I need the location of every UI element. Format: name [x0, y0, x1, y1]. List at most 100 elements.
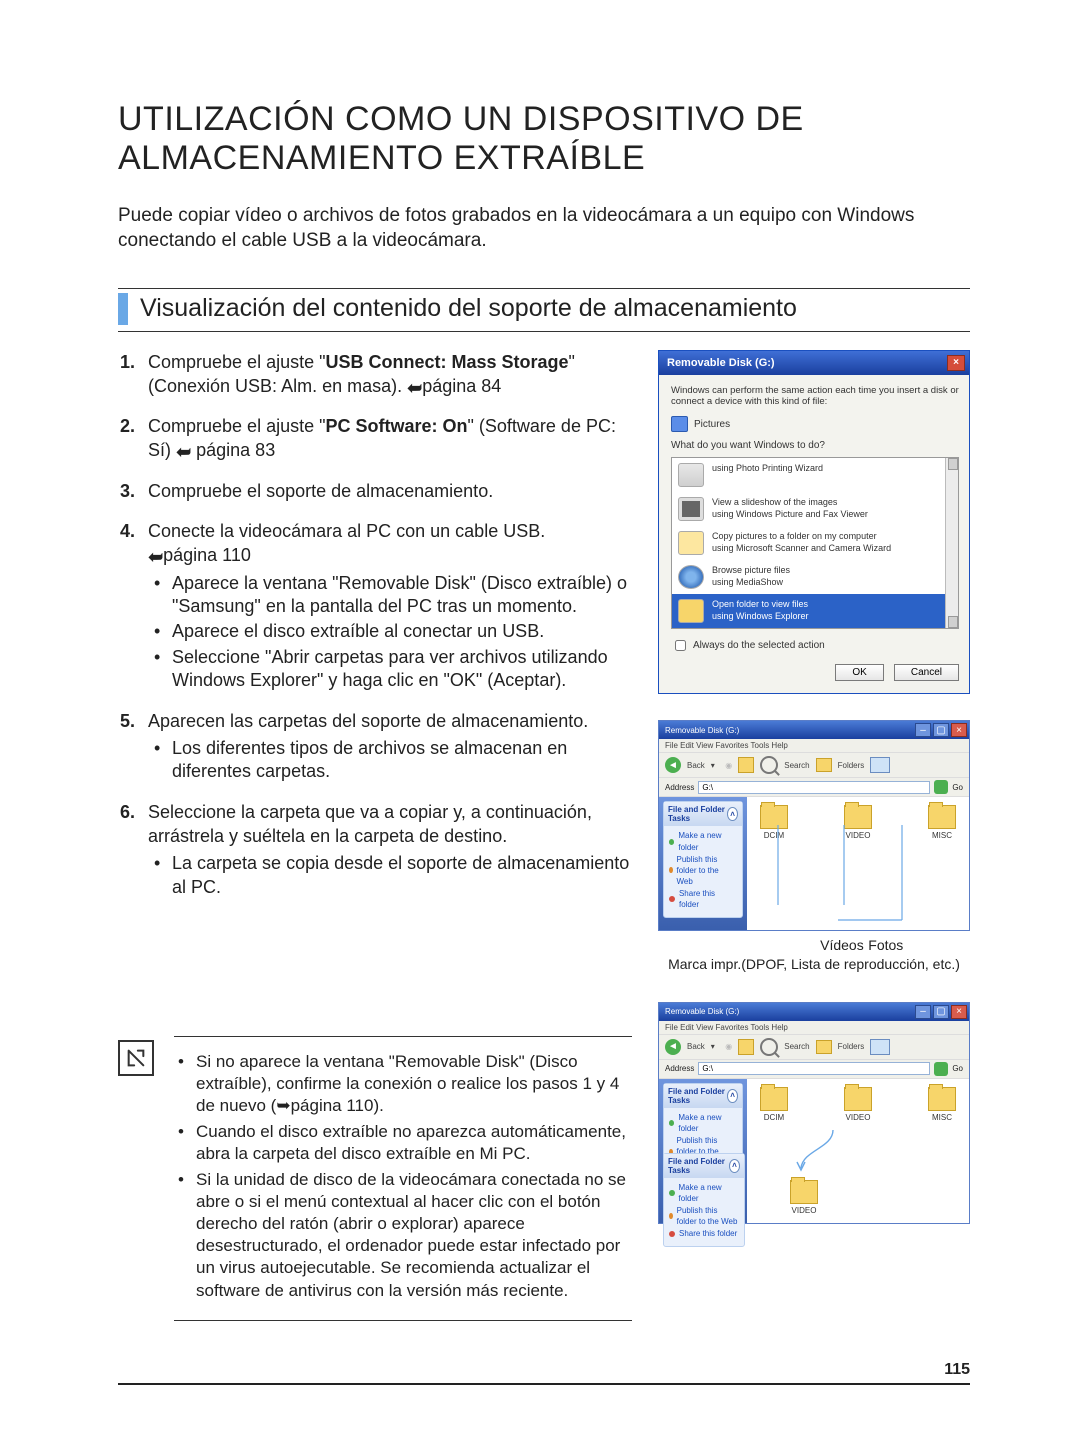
side-link[interactable]: Publish this folder to the Web [669, 1205, 739, 1227]
note-1: Si no aparece la ventana "Removable Disk… [196, 1051, 632, 1117]
intro-paragraph: Puede copiar vídeo o archivos de fotos g… [118, 204, 970, 253]
step-5-sub-1: Los diferentes tipos de archivos se alma… [172, 737, 632, 784]
address-input[interactable] [698, 781, 930, 794]
explorer-menu[interactable]: File Edit View Favorites Tools Help [659, 739, 969, 753]
explorer-toolbar: ◄ Back ▾ ◉ Search Folders [659, 753, 969, 778]
always-checkbox-input[interactable] [675, 640, 686, 651]
close-icon[interactable]: × [951, 1005, 967, 1019]
back-icon[interactable]: ◄ [665, 757, 681, 773]
dialog-question: What do you want Windows to do? [671, 440, 959, 451]
minimize-icon[interactable]: – [915, 1005, 931, 1019]
up-icon[interactable] [738, 1039, 754, 1055]
caption-fotos: Fotos [868, 937, 903, 953]
explorer-menu[interactable]: File Edit View Favorites Tools Help [659, 1021, 969, 1035]
step-3: Compruebe el soporte de almacenamiento. [148, 479, 632, 503]
side-link[interactable]: Share this folder [669, 888, 737, 910]
slideshow-icon [678, 497, 704, 521]
address-input[interactable] [698, 1062, 930, 1075]
side-link[interactable]: Make a new folder [669, 1112, 737, 1134]
always-checkbox[interactable]: Always do the selected action [671, 637, 959, 654]
explorer-window-drag: Removable Disk (G:) – ▢ × File Edit View… [658, 1002, 970, 1224]
chevron-up-icon[interactable]: ˄ [729, 1159, 740, 1173]
back-icon[interactable]: ◄ [665, 1039, 681, 1055]
folder-icon [844, 805, 872, 829]
address-label: Address [665, 1064, 694, 1073]
side-link[interactable]: Make a new folder [669, 1182, 739, 1204]
cancel-button[interactable]: Cancel [894, 664, 959, 681]
page-number: 115 [118, 1361, 970, 1385]
folder-icon [790, 1180, 818, 1204]
search-icon[interactable] [760, 756, 778, 774]
folder-video[interactable]: VIDEO [835, 805, 881, 840]
explorer-toolbar: ◄ Back ▾ ◉ Search Folders [659, 1035, 969, 1060]
option-photo-wizard[interactable]: using Photo Printing Wizard [672, 458, 946, 492]
folder-misc[interactable]: MISC [919, 1087, 965, 1122]
folder-dcim[interactable]: DCIM [751, 1087, 797, 1122]
option-slideshow[interactable]: View a slideshow of the imagesusing Wind… [672, 492, 946, 526]
side-link[interactable]: Share this folder [669, 1228, 739, 1239]
note-icon [118, 1040, 154, 1076]
folders-icon[interactable] [816, 758, 832, 772]
maximize-icon[interactable]: ▢ [933, 723, 949, 737]
folder-icon [760, 805, 788, 829]
notes-block: Si no aparece la ventana "Removable Disk… [174, 1036, 632, 1321]
step-4-sub-2: Aparece el disco extraíble al conectar u… [172, 620, 632, 643]
drag-arrow-icon [751, 1128, 881, 1174]
section-bar-icon [118, 293, 128, 325]
folder-dcim[interactable]: DCIM [751, 805, 797, 840]
views-icon[interactable] [870, 757, 890, 773]
steps-column: Compruebe el ajuste "USB Connect: Mass S… [118, 350, 632, 915]
option-copy-pictures[interactable]: Copy pictures to a folder on my computer… [672, 526, 946, 560]
up-icon[interactable] [738, 757, 754, 773]
dialog-scrollbar[interactable] [945, 458, 958, 628]
side-link[interactable]: Publish this folder to the Web [669, 854, 737, 888]
step-6: Seleccione la carpeta que va a copiar y,… [148, 800, 632, 899]
explorer-window-root: Removable Disk (G:) – ▢ × File Edit View… [658, 720, 970, 930]
step-4-sub-1: Aparece la ventana "Removable Disk" (Dis… [172, 572, 632, 619]
folder-icon [678, 599, 704, 623]
note-2: Cuando el disco extraíble no aparezca au… [196, 1121, 632, 1165]
step-2: Compruebe el ajuste "PC Software: On" (S… [148, 414, 632, 463]
dialog-options-list[interactable]: using Photo Printing Wizard View a slide… [671, 457, 959, 629]
folder-video-copy[interactable]: VIDEO [781, 1180, 827, 1215]
chevron-up-icon[interactable]: ˄ [727, 807, 738, 821]
folder-icon [928, 805, 956, 829]
step-6-sub-1: La carpeta se copia desde el soporte de … [172, 852, 632, 899]
caption-misc: Marca impr.(DPOF, Lista de reproducción,… [658, 956, 970, 972]
folders-icon[interactable] [816, 1040, 832, 1054]
mediashow-icon [678, 565, 704, 589]
close-icon[interactable]: × [951, 723, 967, 737]
go-icon[interactable] [934, 1062, 948, 1076]
folder-video[interactable]: VIDEO [835, 1087, 881, 1122]
folder-misc[interactable]: MISC [919, 805, 965, 840]
explorer-title: Removable Disk (G:) [665, 726, 739, 735]
step-4: Conecte la videocámara al PC con un cabl… [148, 519, 632, 693]
search-icon[interactable] [760, 1038, 778, 1056]
folder-icon [844, 1087, 872, 1111]
step-1: Compruebe el ajuste "USB Connect: Mass S… [148, 350, 632, 399]
views-icon[interactable] [870, 1039, 890, 1055]
maximize-icon[interactable]: ▢ [933, 1005, 949, 1019]
explorer-title: Removable Disk (G:) [665, 1007, 739, 1016]
folder-icon [760, 1087, 788, 1111]
autoplay-dialog: Removable Disk (G:) × Windows can perfor… [658, 350, 970, 695]
folder-icon [928, 1087, 956, 1111]
copy-icon [678, 531, 704, 555]
printer-icon [678, 463, 704, 487]
ok-button[interactable]: OK [835, 664, 883, 681]
option-mediashow[interactable]: Browse picture filesusing MediaShow [672, 560, 946, 594]
chevron-up-icon[interactable]: ˄ [727, 1089, 738, 1103]
pictures-icon [671, 416, 688, 432]
section-title: Visualización del contenido del soporte … [140, 294, 797, 323]
side-link[interactable]: Make a new folder [669, 830, 737, 852]
address-label: Address [665, 783, 694, 792]
close-icon[interactable]: × [947, 355, 965, 371]
minimize-icon[interactable]: – [915, 723, 931, 737]
page-title: UTILIZACIÓN COMO UN DISPOSITIVO DE ALMAC… [118, 100, 970, 178]
step-4-sub-3: Seleccione "Abrir carpetas para ver arch… [172, 646, 632, 693]
option-open-folder[interactable]: Open folder to view filesusing Windows E… [672, 594, 946, 628]
step-5: Aparecen las carpetas del soporte de alm… [148, 709, 632, 784]
go-icon[interactable] [934, 780, 948, 794]
note-3: Si la unidad de disco de la videocámara … [196, 1169, 632, 1302]
dialog-intro: Windows can perform the same action each… [671, 385, 959, 409]
